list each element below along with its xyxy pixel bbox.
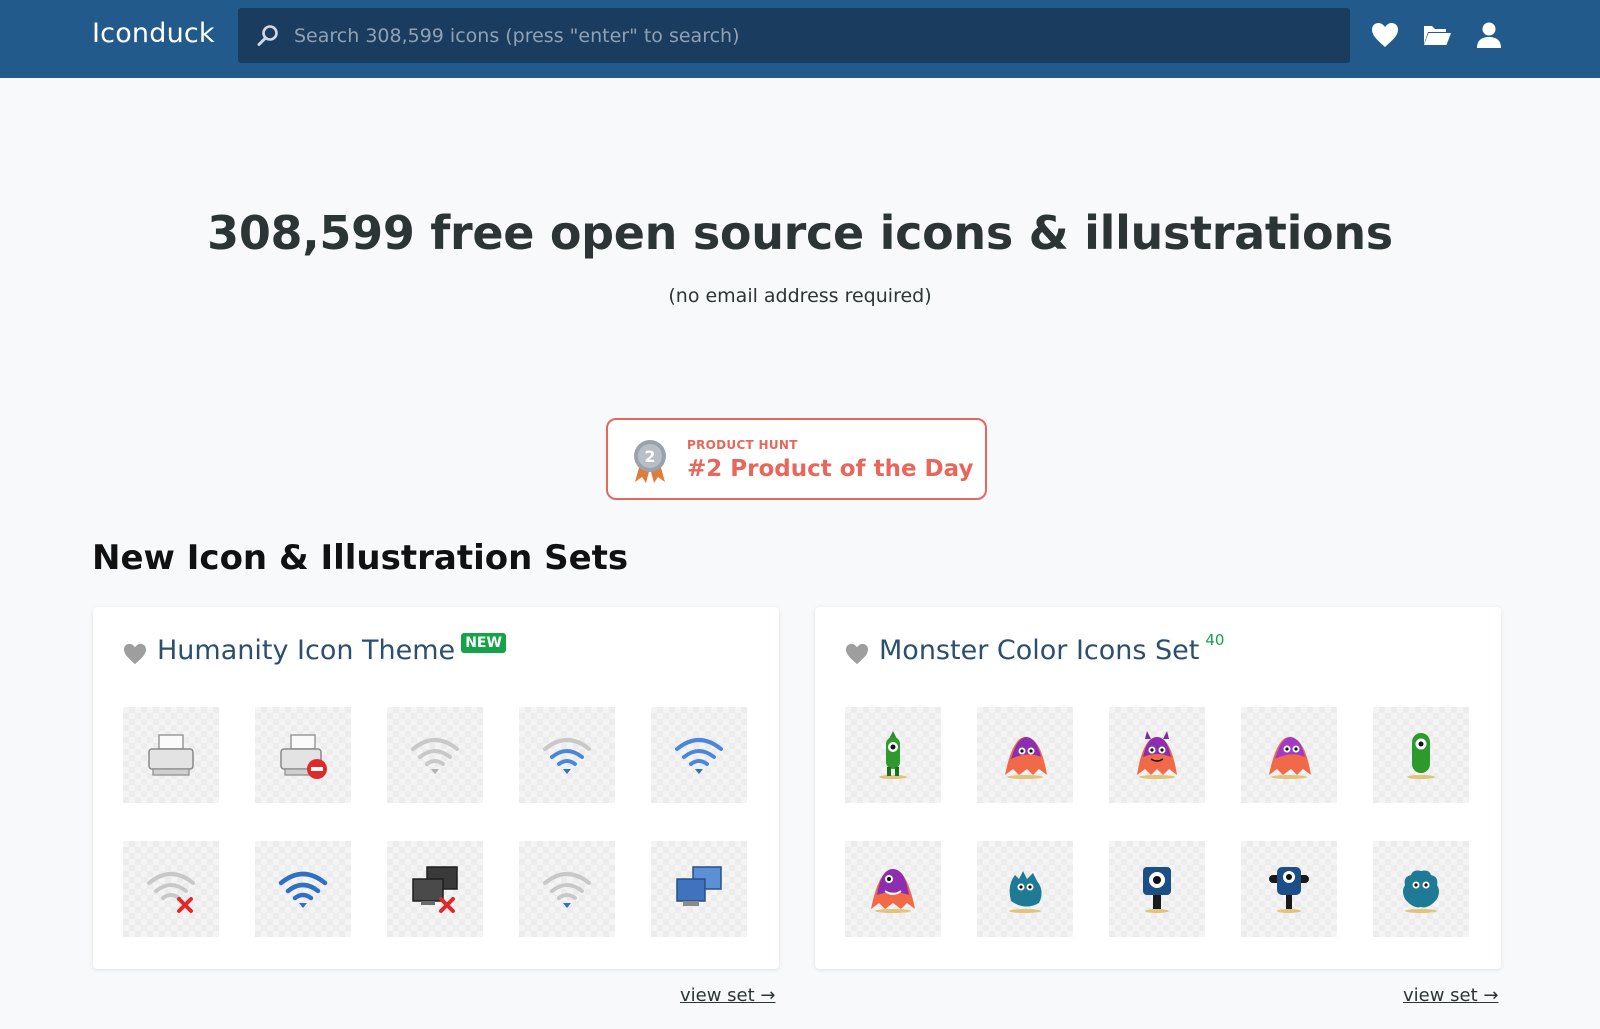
wifi-strong-icon: [675, 738, 723, 774]
page-title: 308,599 free open source icons & illustr…: [207, 206, 1393, 260]
icon-tile[interactable]: [1241, 707, 1337, 803]
view-set-link[interactable]: view set →: [1403, 985, 1498, 1006]
icon-tile[interactable]: [845, 841, 941, 937]
favorites-button[interactable]: [1370, 20, 1400, 50]
set-title[interactable]: Monster Color Icons Set 40: [845, 631, 1224, 666]
wifi-medium-icon: [543, 738, 591, 774]
wifi-weak-icon: [411, 738, 459, 774]
monster-green-cyclops-icon: [1407, 733, 1435, 779]
wifi-low-icon: [543, 872, 591, 908]
search-input[interactable]: [294, 15, 1350, 56]
icon-tile[interactable]: [977, 707, 1073, 803]
heart-icon[interactable]: [845, 643, 869, 665]
icon-tile[interactable]: [1109, 707, 1205, 803]
icon-tile[interactable]: [651, 707, 747, 803]
heart-icon[interactable]: [123, 643, 147, 665]
icon-tile[interactable]: [387, 841, 483, 937]
icon-tile[interactable]: [1373, 707, 1469, 803]
new-badge: NEW: [461, 633, 506, 653]
product-hunt-badge[interactable]: 2 PRODUCT HUNT #2 Product of the Day: [606, 418, 987, 500]
icon-tile[interactable]: [977, 841, 1073, 937]
icon-tile[interactable]: [123, 707, 219, 803]
icon-set-card: Humanity Icon Theme NEW: [93, 607, 779, 969]
heart-icon: [1372, 23, 1398, 47]
user-icon: [1477, 22, 1501, 48]
icon-tile[interactable]: [1109, 841, 1205, 937]
folder-open-icon: [1424, 26, 1451, 45]
monster-pink-ghost-icon: [1005, 736, 1047, 779]
monster-teal-blob-icon: [1009, 871, 1042, 913]
icon-tile[interactable]: [1241, 841, 1337, 937]
icon-tile[interactable]: [519, 707, 615, 803]
view-set-link[interactable]: view set →: [680, 985, 775, 1006]
set-title[interactable]: Humanity Icon Theme NEW: [123, 633, 506, 666]
page-subtitle: (no email address required): [668, 285, 932, 307]
icon-tile[interactable]: [845, 707, 941, 803]
monster-green-tall-icon: [879, 731, 907, 779]
icon-tile[interactable]: [255, 707, 351, 803]
top-navbar: Iconduck: [0, 0, 1600, 78]
monster-blue-eye-icon: [1269, 867, 1309, 913]
set-title-text[interactable]: Humanity Icon Theme: [157, 635, 455, 666]
monster-horned-icon: [1137, 731, 1177, 779]
medal-icon: 2: [634, 440, 666, 483]
icon-tile[interactable]: [519, 841, 615, 937]
icon-tile[interactable]: [255, 841, 351, 937]
printer-error-icon: [280, 734, 327, 779]
account-button[interactable]: [1474, 20, 1504, 50]
monster-blue-cyclops-icon: [1143, 867, 1171, 913]
printer-icon: [148, 734, 194, 776]
product-hunt-label: PRODUCT HUNT: [687, 438, 798, 452]
medal-number: 2: [644, 447, 655, 466]
icon-tile[interactable]: [651, 841, 747, 937]
monster-purple-ghost-icon: [1269, 736, 1311, 779]
icon-tile[interactable]: [387, 707, 483, 803]
wifi-full-icon: [278, 871, 328, 908]
network-offline-icon: [412, 866, 458, 913]
icon-count: 40: [1205, 631, 1225, 649]
icon-set-card: Monster Color Icons Set 40: [815, 607, 1501, 969]
icon-tile[interactable]: [1373, 841, 1469, 937]
monster-pink-purple-icon: [871, 869, 915, 913]
product-hunt-rank: #2 Product of the Day: [687, 456, 974, 482]
search-bar[interactable]: [238, 8, 1350, 63]
network-computers-icon: [676, 866, 722, 906]
brand-logo[interactable]: Iconduck: [92, 18, 215, 49]
icon-tile[interactable]: [123, 841, 219, 937]
set-title-text[interactable]: Monster Color Icons Set: [879, 635, 1199, 666]
wifi-disconnected-icon: [147, 872, 195, 913]
section-title: New Icon & Illustration Sets: [92, 538, 629, 578]
search-icon: [257, 24, 278, 46]
monster-teal-fluffy-icon: [1403, 870, 1439, 913]
collections-button[interactable]: [1422, 20, 1452, 50]
